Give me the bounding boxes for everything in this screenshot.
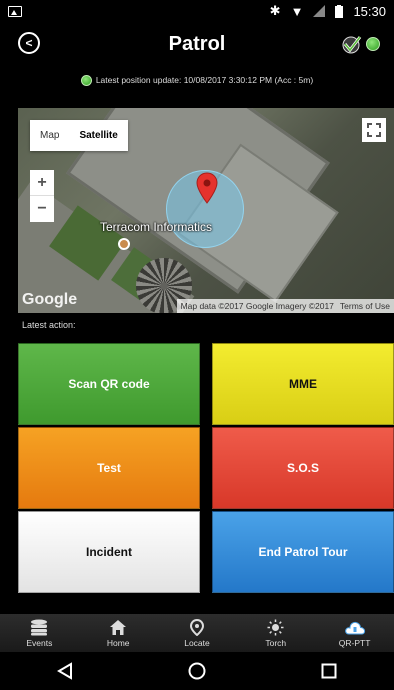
system-nav-bar	[0, 652, 394, 690]
zoom-in-button[interactable]: +	[30, 170, 54, 196]
latest-action-label: Latest action:	[22, 320, 76, 330]
map-view[interactable]: Map Satellite + − Terracom Informatics G…	[18, 108, 394, 313]
zoom-out-button[interactable]: −	[30, 196, 54, 222]
mme-button[interactable]: MME	[212, 343, 394, 425]
status-bar: ✱ ▼ 15:30	[0, 0, 394, 22]
title-bar: < Patrol	[0, 22, 394, 66]
location-pin-icon[interactable]	[196, 172, 218, 204]
end-patrol-button[interactable]: End Patrol Tour	[212, 511, 394, 593]
nav-qr-ptt-label: QR-PTT	[338, 637, 371, 648]
fullscreen-button[interactable]	[362, 118, 386, 142]
back-button[interactable]: <	[18, 32, 40, 54]
place-marker-icon[interactable]	[118, 238, 130, 250]
title-status-icons	[342, 34, 380, 54]
recents-square-icon[interactable]	[321, 663, 337, 679]
database-icon	[31, 619, 48, 635]
zoom-control: + −	[30, 170, 54, 222]
incident-button[interactable]: Incident	[18, 511, 200, 593]
sun-icon	[267, 619, 284, 635]
nav-locate-label: Locate	[184, 637, 210, 648]
attribution-text: Map data ©2017 Google Imagery ©2017	[180, 301, 334, 311]
place-label: Terracom Informatics	[100, 220, 213, 234]
terms-link[interactable]: Terms of Use	[340, 301, 390, 311]
home-icon	[110, 619, 127, 635]
nav-home-label: Home	[106, 637, 130, 648]
location-pin-icon	[189, 618, 204, 636]
nav-locate[interactable]: Locate	[162, 618, 232, 648]
nav-qr-ptt[interactable]: QR-PTT	[320, 619, 390, 648]
nav-torch-label: Torch	[265, 637, 287, 648]
sos-button[interactable]: S.O.S	[212, 427, 394, 509]
position-update: Latest position update: 10/08/2017 3:30:…	[0, 70, 394, 90]
connection-status-icon	[366, 37, 380, 51]
back-triangle-icon[interactable]	[57, 662, 73, 680]
google-logo: Google	[22, 291, 78, 308]
map-attribution: Map data ©2017 Google Imagery ©2017 Term…	[176, 299, 394, 313]
wifi-icon: ▼	[290, 3, 304, 19]
fullscreen-icon	[367, 123, 381, 137]
map-type-control: Map Satellite	[30, 120, 128, 151]
chevron-left-icon: <	[25, 36, 33, 50]
bottom-nav: Events Home Locate Torch QR-PTT	[0, 614, 394, 652]
gps-status-icon	[80, 74, 92, 86]
check-shield-icon[interactable]	[342, 34, 362, 54]
nav-home[interactable]: Home	[83, 619, 153, 648]
cloud-icon	[344, 621, 365, 634]
signal-icon	[313, 5, 326, 17]
position-update-text: Latest position update: 10/08/2017 3:30:…	[95, 75, 314, 85]
home-circle-icon[interactable]	[188, 662, 206, 680]
map-type-satellite[interactable]: Satellite	[69, 120, 127, 151]
nav-events-label: Events	[26, 637, 53, 648]
clock: 15:30	[353, 3, 386, 19]
map-type-map[interactable]: Map	[30, 120, 69, 151]
page-title: Patrol	[168, 32, 226, 55]
battery-icon	[335, 4, 344, 18]
image-notification-icon	[8, 5, 22, 17]
nav-torch[interactable]: Torch	[241, 619, 311, 648]
bluetooth-icon: ✱	[269, 3, 281, 18]
test-button[interactable]: Test	[18, 427, 200, 509]
nav-events[interactable]: Events	[4, 619, 74, 648]
scan-qr-button[interactable]: Scan QR code	[18, 343, 200, 425]
